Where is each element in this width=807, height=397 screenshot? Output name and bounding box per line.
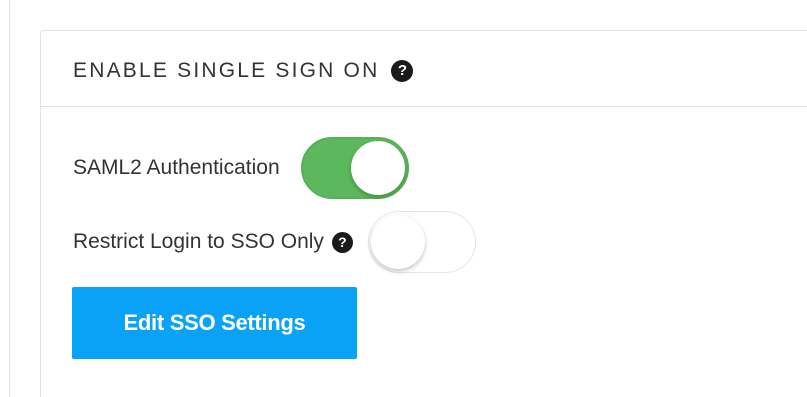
saml2-row: SAML2 Authentication [73, 137, 409, 199]
panel-header: ENABLE SINGLE SIGN ON ? [41, 31, 807, 107]
toggle-knob [370, 215, 425, 269]
restrict-login-row: Restrict Login to SSO Only ? [73, 211, 476, 273]
restrict-login-toggle[interactable] [367, 211, 476, 273]
restrict-login-label: Restrict Login to SSO Only [73, 230, 324, 253]
page: ENABLE SINGLE SIGN ON ? SAML2 Authentica… [0, 0, 807, 397]
panel-title-text: ENABLE SINGLE SIGN ON [73, 59, 380, 82]
saml2-toggle[interactable] [300, 137, 409, 199]
panel-title: ENABLE SINGLE SIGN ON ? [73, 59, 414, 83]
sso-panel: ENABLE SINGLE SIGN ON ? SAML2 Authentica… [40, 30, 807, 397]
left-divider [9, 0, 10, 397]
edit-sso-settings-button[interactable]: Edit SSO Settings [72, 287, 357, 359]
saml2-label: SAML2 Authentication [73, 156, 280, 179]
question-circle-icon[interactable]: ? [331, 231, 353, 253]
question-circle-icon[interactable]: ? [391, 60, 414, 82]
toggle-knob [350, 141, 405, 195]
